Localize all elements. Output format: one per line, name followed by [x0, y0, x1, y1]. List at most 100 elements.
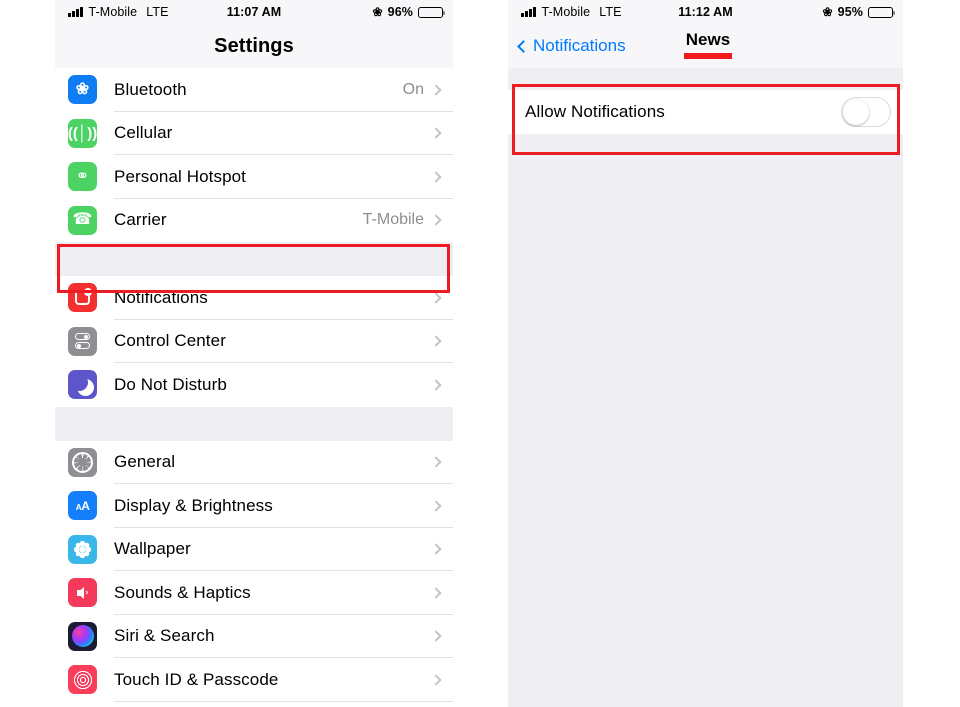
status-bar-right: ❀ 96%	[372, 5, 446, 19]
row-accessory: T-Mobile	[363, 211, 453, 229]
left-nav-bar: Settings	[55, 24, 453, 68]
sidebar-item-wallpaper[interactable]: Wallpaper	[55, 527, 453, 571]
right-nav-bar: Notifications News	[508, 24, 903, 68]
wallpaper-app-icon	[68, 534, 97, 564]
row-label: Allow Notifications	[525, 102, 665, 121]
chevron-right-icon	[430, 543, 442, 555]
sidebar-item-notifications[interactable]: Notifications	[55, 276, 453, 320]
row-value: On	[402, 80, 424, 98]
notifications-app-icon	[68, 283, 97, 313]
sidebar-item-personal-hotspot[interactable]: ⚭ Personal Hotspot	[55, 155, 453, 199]
left-phone-screen: T-Mobile LTE 11:07 AM ❀ 96% Settings ❀ B…	[55, 0, 453, 707]
news-title-underline	[684, 53, 732, 59]
sidebar-item-cellular[interactable]: ((│)) Cellular	[55, 111, 453, 155]
row-value: T-Mobile	[362, 211, 424, 229]
group-separator	[55, 406, 453, 441]
back-button-label: Notifications	[533, 36, 626, 55]
chevron-right-icon	[430, 127, 442, 139]
display-app-icon: AA	[68, 491, 97, 521]
bluetooth-icon: ❀	[822, 5, 833, 19]
siri-app-icon	[68, 621, 97, 651]
chevron-right-icon	[430, 630, 442, 642]
row-label: Cellular	[114, 123, 173, 143]
status-bar-right: ❀ 95%	[822, 5, 896, 19]
row-accessory	[430, 456, 453, 468]
sidebar-item-do-not-disturb[interactable]: Do Not Disturb	[55, 363, 453, 407]
group-separator	[508, 68, 903, 90]
settings-group-connectivity: ❀ Bluetooth On ((│)) Cellular ⚭ Personal…	[55, 68, 453, 242]
chevron-right-icon	[430, 500, 442, 512]
row-accessory	[430, 543, 453, 555]
personal-hotspot-app-icon: ⚭	[68, 162, 97, 192]
row-label: Wallpaper	[114, 539, 191, 559]
touch-id-app-icon	[68, 665, 97, 695]
sidebar-item-siri-search[interactable]: Siri & Search	[55, 614, 453, 658]
chevron-right-icon	[430, 379, 442, 391]
settings-group-system: General AA Display & Brightness Wallpape…	[55, 440, 453, 707]
row-accessory	[430, 587, 453, 599]
sidebar-item-display-brightness[interactable]: AA Display & Brightness	[55, 484, 453, 528]
chevron-left-icon	[517, 39, 530, 53]
row-accessory: On	[403, 81, 453, 99]
cellular-app-icon: ((│))	[68, 118, 97, 148]
left-status-bar: T-Mobile LTE 11:07 AM ❀ 96%	[55, 0, 453, 24]
row-label: Bluetooth	[114, 79, 187, 99]
bluetooth-icon: ❀	[372, 5, 383, 19]
battery-percent-label: 96%	[387, 5, 413, 19]
row-label: Display & Brightness	[114, 495, 273, 515]
row-accessory	[430, 500, 453, 512]
row-accessory	[430, 292, 453, 304]
empty-area	[508, 134, 903, 694]
sidebar-item-touch-id-passcode[interactable]: Touch ID & Passcode	[55, 658, 453, 702]
row-accessory	[430, 379, 453, 391]
page-title: News	[685, 30, 731, 49]
sidebar-item-carrier[interactable]: ☎ Carrier T-Mobile	[55, 198, 453, 242]
chevron-right-icon	[430, 84, 442, 96]
sidebar-item-bluetooth[interactable]: ❀ Bluetooth On	[55, 68, 453, 112]
bluetooth-app-icon: ❀	[68, 75, 97, 105]
right-phone-screen: T-Mobile LTE 11:12 AM ❀ 95% Notification…	[508, 0, 903, 707]
group-separator	[55, 242, 453, 276]
row-label: Do Not Disturb	[114, 374, 227, 394]
row-label: Sounds & Haptics	[114, 582, 251, 602]
row-label: Personal Hotspot	[114, 166, 247, 186]
allow-notifications-row[interactable]: Allow Notifications	[508, 90, 903, 134]
news-notification-settings-group: Allow Notifications	[508, 90, 903, 134]
sidebar-item-control-center[interactable]: Control Center	[55, 319, 453, 363]
sidebar-item-emergency-sos[interactable]: SOS Emergency SOS	[55, 701, 453, 707]
chevron-right-icon	[430, 171, 442, 183]
screenshot-stage: T-Mobile LTE 11:07 AM ❀ 96% Settings ❀ B…	[0, 0, 960, 707]
sidebar-item-sounds-haptics[interactable]: Sounds & Haptics	[55, 571, 453, 615]
chevron-right-icon	[430, 292, 442, 304]
settings-group-notifications: Notifications Control Center Do Not Dist…	[55, 276, 453, 407]
chevron-right-icon	[430, 214, 442, 226]
row-accessory	[430, 127, 453, 139]
sounds-app-icon	[68, 578, 97, 608]
row-label: General	[114, 452, 176, 472]
chevron-right-icon	[430, 674, 442, 686]
chevron-right-icon	[430, 587, 442, 599]
chevron-right-icon	[430, 456, 442, 468]
control-center-app-icon	[68, 326, 97, 356]
do-not-disturb-app-icon	[68, 370, 97, 400]
allow-notifications-toggle[interactable]	[841, 97, 891, 127]
row-accessory	[430, 171, 453, 183]
battery-percent-label: 95%	[837, 5, 863, 19]
nav-title-group: News	[684, 30, 732, 59]
right-status-bar: T-Mobile LTE 11:12 AM ❀ 95%	[508, 0, 903, 24]
page-title: Settings	[214, 34, 294, 57]
carrier-app-icon: ☎	[68, 205, 97, 235]
row-accessory	[430, 674, 453, 686]
back-button[interactable]: Notifications	[517, 36, 626, 56]
row-accessory	[430, 335, 453, 347]
battery-full-icon	[868, 6, 896, 18]
row-accessory	[430, 630, 453, 642]
battery-full-icon	[418, 6, 446, 18]
general-app-icon	[68, 447, 97, 477]
sidebar-item-general[interactable]: General	[55, 440, 453, 484]
row-label: Control Center	[114, 331, 226, 351]
chevron-right-icon	[430, 335, 442, 347]
row-label: Touch ID & Passcode	[114, 669, 279, 689]
row-label: Siri & Search	[114, 626, 215, 646]
row-label: Carrier	[114, 210, 167, 230]
